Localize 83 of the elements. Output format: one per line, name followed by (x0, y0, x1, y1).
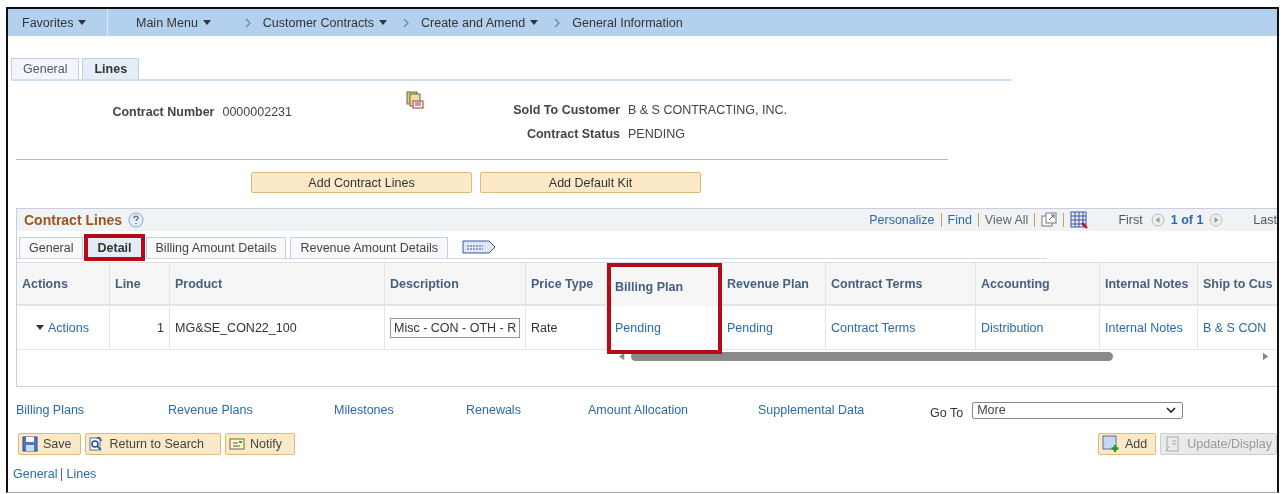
toolbar-button[interactable]: Return to Search (84, 433, 221, 455)
column-header: Revenue Plan (722, 263, 826, 306)
field-value: B & S CONTRACTING, INC. (628, 103, 788, 117)
field-label: Contract Status (525, 127, 620, 141)
popout-icon[interactable] (1041, 212, 1058, 228)
grid-tab[interactable]: General (19, 237, 84, 258)
page-link[interactable]: Supplemental Data (758, 403, 930, 417)
note-icon (229, 436, 245, 452)
field-value: 0000002231 (222, 105, 292, 121)
field-value: PENDING (628, 127, 685, 141)
grid-tab[interactable]: Billing Amount Details (145, 237, 287, 258)
table-link[interactable]: B & S CON (1203, 320, 1267, 335)
breadcrumb-link[interactable]: General Information (560, 15, 695, 30)
show-all-columns-icon[interactable] (462, 240, 497, 254)
table-link[interactable]: Pending (727, 320, 773, 335)
table-cell-text: 1 (156, 320, 164, 335)
scroll-right-icon[interactable] (1263, 351, 1269, 361)
column-header: Product (170, 263, 385, 306)
table-cell: MG&SE_CON22_100 (175, 320, 297, 335)
table-link[interactable]: Internal Notes (1105, 320, 1183, 335)
toolbar-button[interactable]: Notify (225, 433, 295, 455)
field-label: Sold To Customer (512, 103, 620, 117)
caret-icon (36, 325, 44, 330)
action-button[interactable]: Add Contract Lines (251, 172, 472, 193)
grid-tab[interactable]: Detail (87, 237, 142, 258)
go-to-label: Go To (930, 405, 964, 420)
toolbar-link[interactable]: View All (984, 213, 1029, 227)
page-link[interactable]: Milestones (334, 403, 466, 417)
column-header: Ship to Cus (1198, 263, 1277, 306)
page-link[interactable]: Billing Plans (16, 403, 168, 417)
chevron-icon (554, 17, 561, 28)
toolbar-link[interactable]: Personalize (869, 213, 935, 227)
chevron-icon (403, 17, 409, 28)
column-header: Description (385, 263, 526, 306)
page-link[interactable]: Renewals (466, 403, 588, 417)
next-icon[interactable] (1209, 213, 1224, 227)
last-link[interactable]: Last (1253, 213, 1277, 227)
grid-title: Contract Lines (24, 212, 122, 228)
page-link[interactable]: Lines (66, 467, 97, 481)
column-header: Internal Notes (1100, 263, 1198, 306)
breadcrumb-link[interactable]: Favorites (8, 9, 108, 36)
page-tab[interactable]: General (11, 58, 80, 79)
caret-icon (379, 20, 387, 25)
spreadsheet-icon[interactable] (1070, 211, 1089, 229)
row-count: 1 of 1 (1170, 213, 1204, 227)
action-button[interactable]: Add Default Kit (480, 172, 701, 193)
page-link[interactable]: Amount Allocation (588, 403, 758, 417)
toolbar-link[interactable]: Find (947, 213, 972, 227)
column-header: Actions (17, 263, 110, 306)
description-field[interactable]: Misc - CON - OTH - R (390, 317, 521, 338)
table-link[interactable]: Pending (615, 321, 661, 335)
table-link[interactable]: Contract Terms (831, 320, 916, 335)
chevron-down-icon (1166, 407, 1177, 413)
page-link[interactable]: Revenue Plans (168, 403, 334, 417)
column-header: Accounting (976, 263, 1100, 306)
go-to-dropdown[interactable]: More (972, 401, 1184, 419)
first-link[interactable]: First (1118, 213, 1143, 227)
table-link[interactable]: Distribution (981, 320, 1044, 335)
column-header: Contract Terms (826, 263, 976, 306)
field-label: Contract Number (112, 105, 215, 121)
breadcrumb-link[interactable]: Main Menu (108, 15, 245, 30)
column-header: Billing Plan (607, 263, 722, 306)
table-cell: Rate (531, 320, 558, 335)
caret-icon (78, 20, 87, 25)
caret-icon (530, 20, 539, 25)
breadcrumb-link[interactable]: Create and Amend (409, 15, 555, 30)
toolbar-button[interactable]: Save (18, 433, 81, 455)
toolbar-button[interactable]: Add (1098, 433, 1157, 455)
help-icon[interactable] (128, 212, 144, 228)
scroll-left-icon[interactable] (619, 351, 625, 361)
actions-menu[interactable]: Actions (36, 320, 89, 335)
column-header: Price Type (526, 263, 607, 306)
grid-tab[interactable]: Revenue Amount Details (290, 237, 449, 258)
chevron-icon (244, 17, 251, 28)
breadcrumb-link[interactable]: Customer Contracts (250, 15, 403, 30)
search-icon (88, 436, 105, 452)
previous-icon[interactable] (1150, 213, 1165, 227)
document-icon[interactable] (406, 91, 424, 109)
caret-icon (202, 20, 211, 25)
column-header: Line (110, 263, 170, 306)
add-icon (1102, 435, 1120, 453)
page-link[interactable]: General (13, 467, 58, 481)
page-tab[interactable]: Lines (82, 58, 140, 79)
